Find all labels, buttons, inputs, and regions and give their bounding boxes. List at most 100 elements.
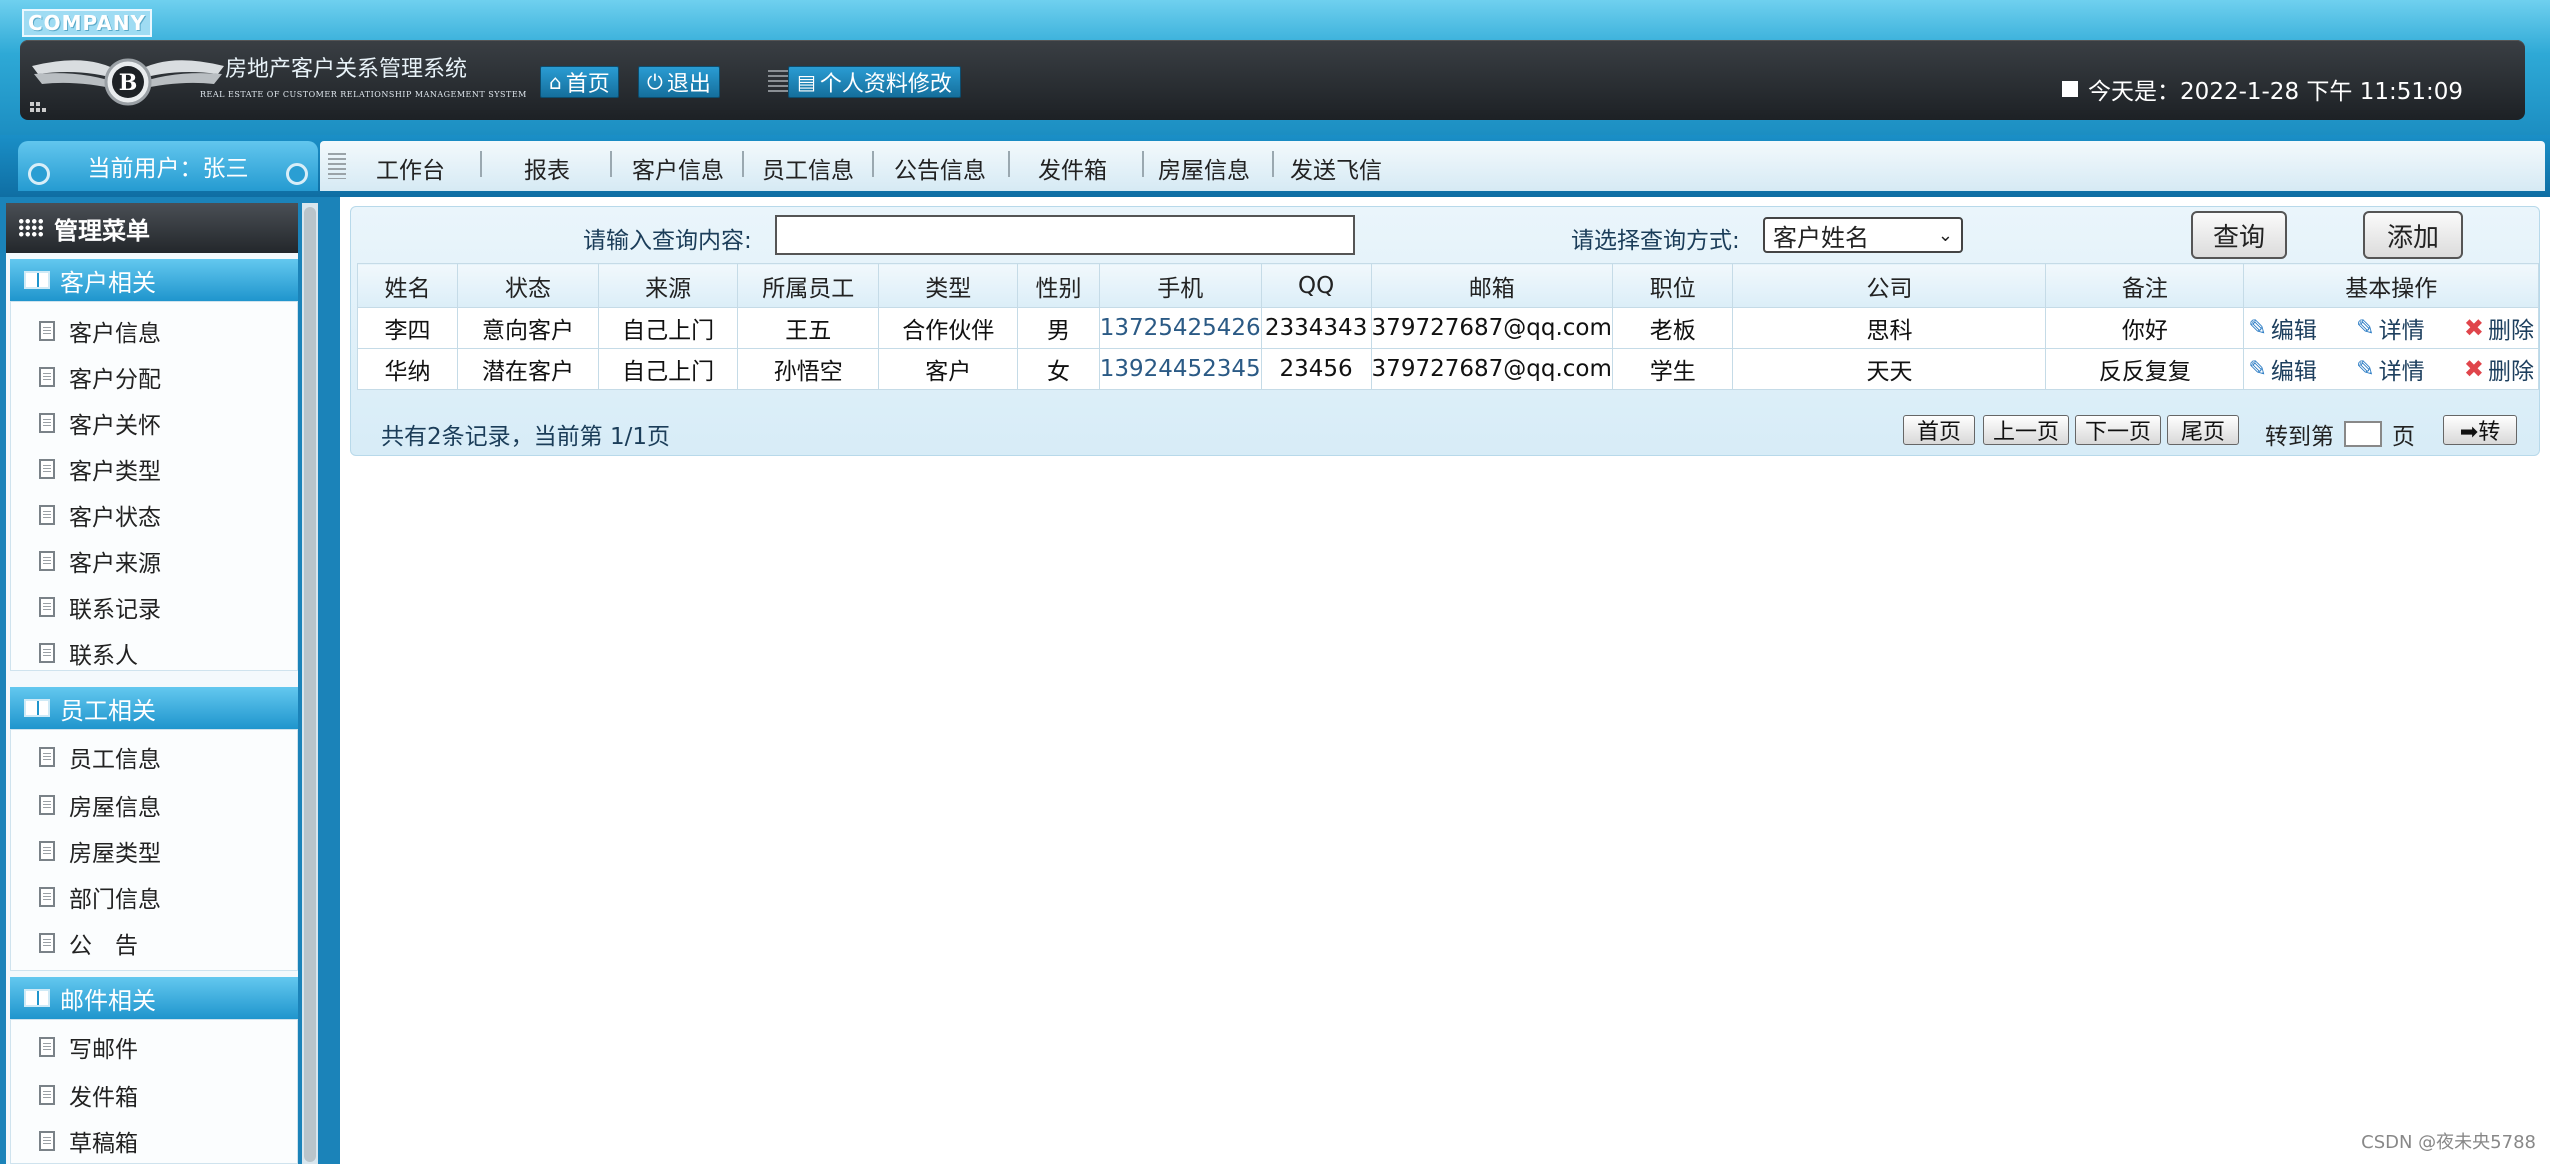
nav-separator [1142, 151, 1144, 177]
cell-remark: 你好 [2045, 307, 2245, 349]
sidebar-menu: 管理菜单 客户相关 客户信息 客户分配 客户关怀 客户类型 客户状态 客户来源 … [6, 203, 298, 1164]
sidebar-item-outbox[interactable]: 发件箱 [39, 1078, 138, 1112]
sidebar-item-house-type[interactable]: 房屋类型 [39, 834, 161, 868]
nav-item-employees[interactable]: 员工信息 [762, 151, 854, 185]
detail-link[interactable]: ✎ 详情 [2356, 311, 2424, 345]
book-icon [24, 989, 50, 1007]
sidebar-item-customer-assign[interactable]: 客户分配 [39, 360, 161, 394]
sidebar-item-label: 公 告 [69, 933, 138, 959]
logout-button[interactable]: ⏻ 退出 [638, 66, 720, 98]
header-separator [768, 70, 790, 94]
nav-item-customers[interactable]: 客户信息 [632, 151, 724, 185]
sidebar-item-contacts[interactable]: 联系人 [39, 636, 138, 670]
home-button[interactable]: ⌂ 首页 [540, 66, 619, 98]
nav-item-outbox[interactable]: 发件箱 [1038, 151, 1107, 185]
sidebar-item-label: 客户类型 [69, 459, 161, 485]
nav-menu: 工作台 报表 客户信息 员工信息 公告信息 发件箱 房屋信息 发送飞信 [320, 141, 2545, 191]
company-tag: COMPANY [22, 9, 152, 37]
search-button[interactable]: 查询 [2191, 211, 2287, 259]
profile-label: 个人资料修改 [819, 72, 952, 97]
delete-link[interactable]: ✖ 删除 [2464, 352, 2534, 386]
sidebar-item-customer-source[interactable]: 客户来源 [39, 544, 161, 578]
next-page-button[interactable]: 下一页 [2075, 415, 2161, 445]
current-user-label: 当前用户：张三 [87, 156, 249, 182]
group-title: 员工相关 [60, 696, 156, 725]
sidebar-item-customer-info[interactable]: 客户信息 [39, 314, 161, 348]
header-bar: B 房地产客户关系管理系统 REAL ESTATE OF CUSTOMER RE… [20, 40, 2525, 120]
sidebar-item-drafts[interactable]: 草稿箱 [39, 1124, 138, 1158]
sidebar-item-customer-status[interactable]: 客户状态 [39, 498, 161, 532]
sidebar-item-customer-care[interactable]: 客户关怀 [39, 406, 161, 440]
power-icon: ⏻ [647, 70, 663, 94]
sidebar-item-customer-type[interactable]: 客户类型 [39, 452, 161, 486]
document-icon [39, 841, 55, 861]
prev-page-button[interactable]: 上一页 [1983, 415, 2069, 445]
col-header: 公司 [1732, 263, 2047, 308]
sidebar-item-department-info[interactable]: 部门信息 [39, 880, 161, 914]
group-employee[interactable]: 员工相关 [10, 687, 298, 729]
sidebar-item-write-mail[interactable]: 写邮件 [39, 1030, 138, 1064]
nav-item-notices[interactable]: 公告信息 [894, 151, 986, 185]
cell-company: 思科 [1732, 307, 2047, 349]
document-icon [39, 1037, 55, 1057]
cell-qq: 23456 [1260, 348, 1372, 390]
edit-link[interactable]: ✎ 编辑 [2248, 352, 2316, 386]
page-number-input[interactable] [2344, 421, 2382, 447]
col-header: 所属员工 [737, 263, 880, 308]
group-title: 邮件相关 [60, 986, 156, 1015]
nav-item-send-fetion[interactable]: 发送飞信 [1290, 151, 1382, 185]
sidebar-item-notice[interactable]: 公 告 [39, 926, 138, 960]
delete-x-icon: ✖ [2463, 314, 2484, 342]
table-row: 华纳 潜在客户 自己上门 孙悟空 客户 女 13924452345 23456 … [357, 348, 2539, 390]
sidebar-item-contact-records[interactable]: 联系记录 [39, 590, 161, 624]
edit-link[interactable]: ✎ 编辑 [2248, 311, 2316, 345]
square-bullet-icon [2062, 81, 2079, 97]
last-page-button[interactable]: 尾页 [2167, 415, 2239, 445]
sidebar-item-house-info[interactable]: 房屋信息 [39, 788, 161, 822]
nav-separator [1008, 151, 1010, 177]
profile-edit-button[interactable]: ▤ 个人资料修改 [788, 66, 961, 98]
first-page-button[interactable]: 首页 [1903, 415, 1975, 445]
document-icon [39, 1131, 55, 1151]
sidebar-item-label: 写邮件 [69, 1037, 138, 1063]
go-button[interactable]: ➡转 [2443, 415, 2517, 445]
tab-knob-icon [28, 163, 50, 185]
nav-item-workbench[interactable]: 工作台 [376, 151, 445, 185]
sidebar-item-label: 客户分配 [69, 367, 161, 393]
nav-item-reports[interactable]: 报表 [524, 151, 570, 185]
group-mail[interactable]: 邮件相关 [10, 977, 298, 1019]
delete-label: 删除 [2488, 359, 2534, 385]
document-icon [39, 597, 55, 617]
col-header: 状态 [456, 263, 600, 308]
document-icon [39, 795, 55, 815]
sidebar-item-label: 客户来源 [69, 551, 161, 577]
sidebar-item-employee-info[interactable]: 员工信息 [39, 740, 161, 774]
search-method-select[interactable]: 客户姓名 ⌄ [1763, 217, 1963, 253]
group-customer-items: 客户信息 客户分配 客户关怀 客户类型 客户状态 客户来源 联系记录 联系人 [10, 301, 298, 671]
table-header-row: 姓名 状态 来源 所属员工 类型 性别 手机 QQ 邮箱 职位 公司 备注 基本… [357, 263, 2539, 308]
pencil-icon: ✎ [2356, 356, 2375, 382]
current-user-tab: 当前用户：张三 [18, 141, 318, 191]
sidebar-item-label: 部门信息 [69, 887, 161, 913]
document-icon: ▤ [797, 70, 816, 94]
delete-link[interactable]: ✖ 删除 [2464, 311, 2534, 345]
nav-item-houses[interactable]: 房屋信息 [1158, 151, 1250, 185]
sidebar-scroll-thumb[interactable] [304, 207, 316, 1162]
pager-info: 共有2条记录，当前第 1/1页 [381, 424, 670, 450]
cell-gender: 男 [1017, 307, 1100, 349]
cell-employee: 孙悟空 [737, 348, 880, 390]
search-input[interactable] [775, 215, 1355, 255]
cell-name: 华纳 [357, 348, 458, 390]
col-header: 手机 [1098, 263, 1262, 308]
col-header: 邮箱 [1370, 263, 1613, 308]
detail-link[interactable]: ✎ 详情 [2356, 352, 2424, 386]
document-icon [39, 551, 55, 571]
document-icon [39, 321, 55, 341]
col-header: 职位 [1611, 263, 1734, 308]
add-button[interactable]: 添加 [2363, 211, 2463, 259]
sidebar-item-label: 草稿箱 [69, 1131, 138, 1157]
group-customer[interactable]: 客户相关 [10, 259, 298, 301]
group-title: 客户相关 [60, 268, 156, 297]
sidebar-item-label: 房屋信息 [69, 795, 161, 821]
sidebar-item-label: 客户关怀 [69, 413, 161, 439]
